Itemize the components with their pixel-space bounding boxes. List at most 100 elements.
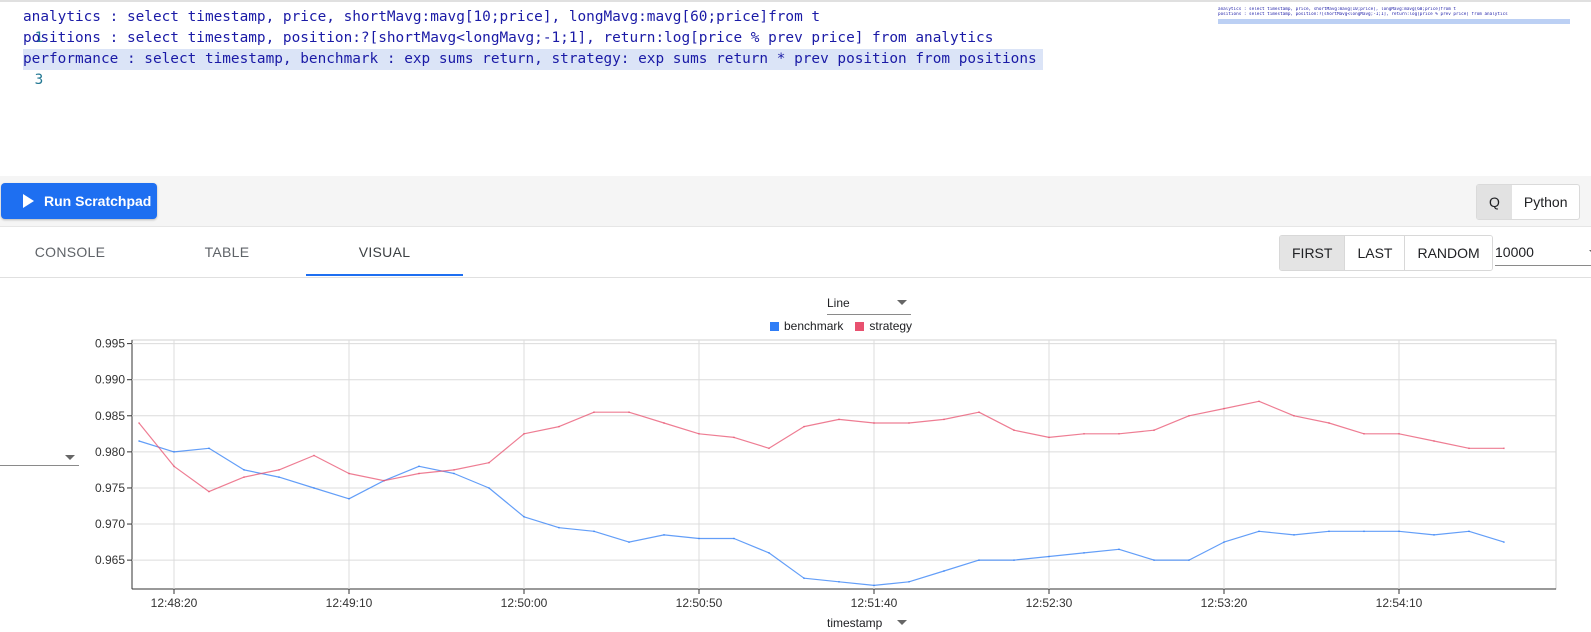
data-point-strategy bbox=[523, 432, 525, 435]
data-point-benchmark bbox=[978, 559, 980, 561]
x-tick-label: 12:54:10 bbox=[1376, 596, 1423, 610]
data-point-benchmark bbox=[313, 487, 315, 489]
line-chart[interactable]: 0.995 0.990 0.985 0.980 0.975 0.970 0.965 12:4… bbox=[0, 330, 1591, 620]
data-point-strategy bbox=[1363, 432, 1365, 435]
data-point-strategy bbox=[1083, 432, 1085, 435]
row-limit-select[interactable]: 10000 bbox=[1495, 239, 1591, 266]
chevron-down-icon bbox=[897, 620, 907, 625]
y-tick-label: 0.975 bbox=[95, 481, 125, 495]
data-point-benchmark bbox=[173, 451, 175, 453]
chart-type-value: Line bbox=[827, 296, 850, 310]
data-point-benchmark bbox=[418, 465, 420, 468]
editor-top-border bbox=[0, 0, 1591, 2]
x-tick-label: 12:50:00 bbox=[501, 596, 548, 610]
data-point-strategy bbox=[173, 465, 175, 468]
row-range-toggle: FIRST LAST RANDOM bbox=[1279, 235, 1493, 271]
data-point-benchmark bbox=[1258, 530, 1260, 533]
data-point-strategy bbox=[1328, 422, 1330, 424]
data-point-benchmark bbox=[1013, 559, 1015, 561]
language-q-button[interactable]: Q bbox=[1477, 185, 1512, 219]
data-point-benchmark bbox=[698, 537, 700, 540]
code-line[interactable]: 1 analytics : select timestamp, price, s… bbox=[0, 7, 820, 46]
data-point-benchmark bbox=[663, 534, 665, 536]
data-point-benchmark bbox=[1118, 548, 1120, 551]
data-point-strategy bbox=[1503, 447, 1505, 450]
language-python-button[interactable]: Python bbox=[1512, 185, 1580, 219]
data-point-benchmark bbox=[523, 515, 525, 518]
data-point-benchmark bbox=[1083, 552, 1085, 554]
random-button[interactable]: RANDOM bbox=[1404, 236, 1492, 270]
y-axis-ticks: 0.995 0.990 0.985 0.980 0.975 0.970 0.965 bbox=[95, 337, 132, 567]
x-tick-label: 12:50:50 bbox=[676, 596, 723, 610]
data-point-benchmark bbox=[593, 530, 595, 533]
data-point-benchmark bbox=[1503, 541, 1505, 543]
tab-console[interactable]: CONSOLE bbox=[0, 227, 140, 276]
x-axis-value: timestamp bbox=[827, 616, 883, 630]
data-point-benchmark bbox=[1048, 555, 1050, 558]
data-point-strategy bbox=[348, 472, 350, 475]
data-point-benchmark bbox=[1468, 530, 1470, 533]
first-button[interactable]: FIRST bbox=[1280, 236, 1345, 270]
data-point-benchmark bbox=[1223, 541, 1225, 543]
data-point-strategy bbox=[208, 490, 210, 493]
last-button[interactable]: LAST bbox=[1344, 236, 1405, 270]
code-line[interactable]: 2 positions : select timestamp, position… bbox=[0, 28, 993, 67]
x-tick-label: 12:48:20 bbox=[151, 596, 198, 610]
data-point-benchmark bbox=[558, 526, 560, 529]
data-point-benchmark bbox=[1398, 530, 1400, 533]
data-point-benchmark bbox=[1153, 559, 1155, 561]
data-point-strategy bbox=[943, 418, 945, 421]
chart-series bbox=[138, 400, 1505, 587]
data-point-strategy bbox=[1258, 400, 1260, 403]
results-tabs: CONSOLE TABLE VISUAL FIRST LAST RANDOM 1… bbox=[0, 227, 1591, 278]
x-tick-label: 12:53:20 bbox=[1201, 596, 1248, 610]
chart-type-select[interactable]: Line bbox=[827, 294, 911, 315]
y-tick-label: 0.980 bbox=[95, 445, 125, 459]
chart-grid bbox=[131, 339, 1557, 590]
run-scratchpad-button[interactable]: Run Scratchpad bbox=[1, 183, 157, 219]
tab-visual[interactable]: VISUAL bbox=[306, 227, 463, 276]
data-point-strategy bbox=[558, 425, 560, 428]
data-point-strategy bbox=[803, 425, 805, 428]
data-point-strategy bbox=[313, 454, 315, 457]
y-tick-label: 0.970 bbox=[95, 517, 125, 531]
code-text[interactable]: positions : select timestamp, position:?… bbox=[23, 28, 993, 49]
data-point-benchmark bbox=[733, 537, 735, 540]
y-tick-label: 0.995 bbox=[95, 337, 125, 351]
data-point-benchmark bbox=[1363, 530, 1365, 533]
editor-minimap[interactable]: analytics : select timestamp, price, sho… bbox=[1218, 7, 1570, 27]
data-point-strategy bbox=[453, 469, 455, 471]
data-point-benchmark bbox=[943, 570, 945, 572]
data-point-strategy bbox=[1118, 432, 1120, 435]
x-axis-select[interactable]: timestamp bbox=[827, 612, 911, 632]
data-point-strategy bbox=[873, 422, 875, 424]
data-point-benchmark bbox=[873, 584, 875, 587]
code-text[interactable]: analytics : select timestamp, price, sho… bbox=[23, 7, 820, 28]
tab-table[interactable]: TABLE bbox=[157, 227, 297, 276]
toolbar: Run Scratchpad Q Python bbox=[0, 176, 1591, 227]
y-tick-label: 0.990 bbox=[95, 373, 125, 387]
code-editor[interactable]: 1 analytics : select timestamp, price, s… bbox=[0, 0, 1591, 176]
data-point-strategy bbox=[838, 418, 840, 421]
data-point-benchmark bbox=[138, 440, 140, 442]
x-tick-label: 12:49:10 bbox=[326, 596, 373, 610]
line-number: 3 bbox=[34, 72, 44, 88]
x-tick-label: 12:52:30 bbox=[1026, 596, 1073, 610]
data-point-strategy bbox=[488, 461, 490, 464]
data-point-strategy bbox=[1013, 429, 1015, 432]
x-tick-label: 12:51:40 bbox=[851, 596, 898, 610]
data-point-benchmark bbox=[348, 497, 350, 500]
data-point-benchmark bbox=[208, 447, 210, 450]
data-point-benchmark bbox=[278, 476, 280, 478]
data-point-benchmark bbox=[628, 541, 630, 543]
chevron-down-icon bbox=[897, 300, 907, 305]
code-line-selected[interactable]: 3 performance : select timestamp, benchm… bbox=[0, 49, 1043, 88]
active-tab-indicator bbox=[306, 274, 463, 276]
play-icon bbox=[23, 194, 34, 208]
code-text[interactable]: performance : select timestamp, benchmar… bbox=[23, 49, 1043, 70]
data-point-strategy bbox=[978, 411, 980, 414]
data-point-strategy bbox=[733, 436, 735, 439]
data-point-strategy bbox=[663, 422, 665, 424]
data-point-strategy bbox=[138, 422, 140, 424]
data-point-strategy bbox=[1398, 432, 1400, 435]
